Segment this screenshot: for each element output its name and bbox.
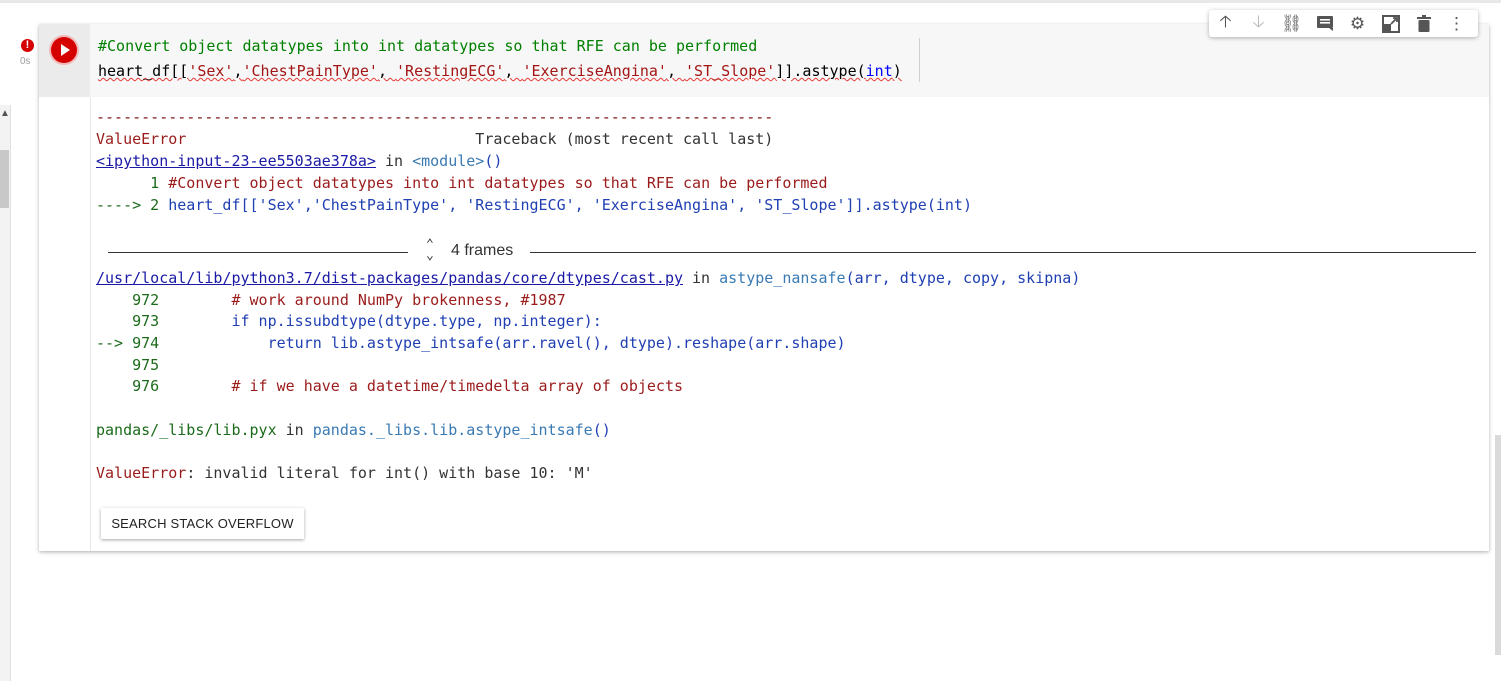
in-word: in: [276, 421, 313, 439]
line-text: # if we have a datetime/timedelta array …: [168, 377, 684, 395]
left-scrollbar-thumb[interactable]: [0, 150, 9, 208]
final-error-line: ValueError: invalid literal for int() wi…: [96, 464, 593, 482]
search-stack-overflow-button[interactable]: SEARCH STACK OVERFLOW: [101, 508, 304, 539]
error-badge-icon: !: [21, 39, 34, 52]
output-gutter: [39, 97, 91, 551]
final-error-type: ValueError: [96, 464, 187, 482]
code-string: 'Sex': [188, 62, 234, 80]
code-string: 'ST_Slope': [685, 62, 776, 80]
line-text: #Convert object datatypes into int datat…: [168, 174, 828, 192]
module-parens: (): [484, 152, 503, 170]
gear-icon[interactable]: ⚙: [1341, 10, 1374, 37]
frames-rule-left: [108, 252, 408, 253]
function-name: astype_nansafe: [719, 269, 846, 287]
line-number: 972: [96, 291, 169, 309]
code-token: ): [892, 62, 902, 80]
ruler-line: [919, 38, 920, 82]
code-string: 'ChestPainType': [242, 62, 378, 80]
pyx-file: pandas/_libs/lib.pyx: [96, 421, 277, 439]
line-number: 973: [96, 312, 169, 330]
code-token: ,: [377, 62, 397, 80]
frame-line-973: 973 if np.issubdtype(dtype.type, np.inte…: [96, 312, 602, 330]
line-arrow: ----> 2: [96, 196, 169, 214]
line-text: heart_df[['Sex','ChestPainType', 'Restin…: [168, 196, 972, 214]
frame-file-line: /usr/local/lib/python3.7/dist-packages/p…: [96, 269, 1080, 287]
run-cell-button[interactable]: [51, 37, 77, 63]
pyx-function: pandas._libs.lib.astype_intsafe: [312, 421, 593, 439]
code-token: ]].astype(: [775, 62, 866, 80]
traceback-header-right: Traceback (most recent call last): [475, 130, 774, 148]
cast-py-link[interactable]: /usr/local/lib/python3.7/dist-packages/p…: [96, 269, 683, 287]
error-type: ValueError: [96, 130, 187, 148]
module-name: <module>: [412, 152, 485, 170]
code-string: 'RestingECG': [396, 62, 505, 80]
comment-icon[interactable]: [1308, 10, 1341, 37]
pyx-line: pandas/_libs/lib.pyx in pandas._libs.lib…: [96, 421, 611, 439]
right-scrollbar-thumb[interactable]: [1495, 435, 1501, 655]
line-text: return lib.astype_intsafe(arr.ravel(), d…: [168, 334, 846, 352]
more-vert-icon[interactable]: ⋮: [1440, 10, 1473, 37]
line-number: 1: [96, 174, 169, 192]
code-line-statement: heart_df[['Sex','ChestPainType', 'Restin…: [98, 62, 902, 80]
code-line-comment: #Convert object datatypes into int datat…: [98, 37, 758, 55]
arrow-up-icon[interactable]: 🡡: [1209, 10, 1242, 37]
in-word: in: [683, 269, 720, 287]
frame-line-974: --> 974 return lib.astype_intsafe(arr.ra…: [96, 334, 846, 352]
collapsed-frames-toggle[interactable]: ⌃ ⌄ 4 frames: [108, 237, 1476, 263]
link-icon[interactable]: ⛓: [1275, 10, 1308, 37]
traceback-dashes: ----------------------------------------…: [96, 108, 774, 126]
ipython-input-link[interactable]: <ipython-input-23-ee5503ae378a>: [96, 152, 376, 170]
frame-line-975: 975: [96, 356, 168, 374]
frames-label: 4 frames: [451, 242, 514, 259]
cell-toolbar: 🡡 🡣 ⛓ ⚙ ⋮: [1209, 10, 1478, 37]
frames-rule-right: [530, 252, 1476, 253]
line-text: if np.issubdtype(dtype.type, np.integer)…: [168, 312, 602, 330]
code-keyword: int: [865, 62, 893, 80]
line-number: 975: [96, 356, 169, 374]
execution-time: 0s: [20, 56, 31, 67]
code-token: ,: [666, 62, 686, 80]
code-string: 'ExerciseAngina': [522, 62, 667, 80]
line-arrow: --> 974: [96, 334, 169, 352]
frame-line-976: 976 # if we have a datetime/timedelta ar…: [96, 377, 683, 395]
code-token: ,: [233, 62, 243, 80]
traceback-header: ValueError Traceback (most recent call l…: [96, 130, 773, 148]
top-divider: [0, 0, 1501, 3]
frame-line-972: 972 # work around NumPy brokenness, #198…: [96, 291, 566, 309]
code-token: heart_df[[: [98, 62, 189, 80]
code-token: ,: [504, 62, 523, 80]
arrow-down-icon[interactable]: 🡣: [1242, 10, 1275, 37]
mirror-cell-icon[interactable]: [1374, 10, 1407, 37]
unfold-chevron-icon: ⌃ ⌄: [426, 237, 434, 263]
context-line-1: 1 #Convert object datatypes into int dat…: [96, 174, 828, 192]
pyx-parens: (): [592, 421, 611, 439]
trash-icon[interactable]: [1407, 10, 1440, 37]
context-line-2: ----> 2 heart_df[['Sex','ChestPainType',…: [96, 196, 972, 214]
line-number: 976: [96, 377, 169, 395]
caret-up-icon: ▲: [0, 108, 10, 119]
traceback-input-line: <ipython-input-23-ee5503ae378a> in <modu…: [96, 152, 502, 170]
in-word: in: [375, 152, 413, 170]
final-error-message: : invalid literal for int() with base 10…: [186, 464, 593, 482]
function-args: (arr, dtype, copy, skipna): [845, 269, 1081, 287]
line-text: # work around NumPy brokenness, #1987: [168, 291, 566, 309]
